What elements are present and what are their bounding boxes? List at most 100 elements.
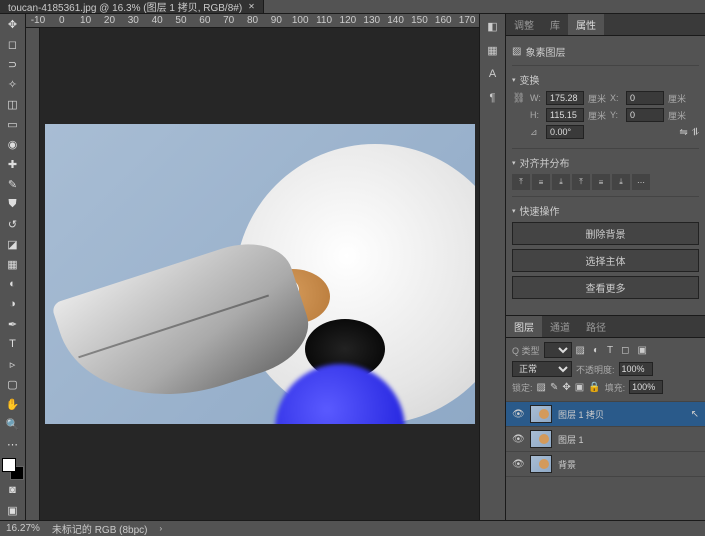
document-tab-bar: toucan-4185361.jpg @ 16.3% (图层 1 拷贝, RGB… bbox=[0, 0, 705, 14]
workspace: ✥ ◻ ⊃ ✧ ◫ ▭ ◉ ✚ ✎ ⛊ ↺ ◪ ▦ ◐ ◑ ✒ T ▹ ▢ ✋ … bbox=[0, 14, 705, 520]
eyedropper-tool[interactable]: ◉ bbox=[0, 134, 25, 154]
lock-position-icon[interactable]: ✥ bbox=[562, 382, 570, 393]
flip-horizontal-icon[interactable]: ⇋ bbox=[679, 127, 687, 138]
tab-properties[interactable]: 属性 bbox=[568, 14, 604, 35]
lock-transparency-icon[interactable]: ▨ bbox=[537, 382, 546, 393]
layer-name: 图层 1 bbox=[558, 433, 584, 446]
doc-info[interactable]: 未标记的 RGB (8bpc) bbox=[52, 521, 148, 536]
width-field[interactable] bbox=[546, 91, 584, 105]
color-swatches[interactable] bbox=[2, 458, 24, 480]
layer-name: 图层 1 拷贝 bbox=[558, 408, 604, 421]
lock-artboard-icon[interactable]: ▣ bbox=[575, 382, 584, 393]
pixel-layer-icon: ▨ bbox=[512, 46, 521, 57]
move-tool[interactable]: ✥ bbox=[0, 14, 25, 34]
properties-header: 象素图层 bbox=[525, 44, 565, 59]
layer-row[interactable]: 👁 图层 1 拷贝 ↖ bbox=[506, 402, 705, 427]
layer-kind-filter[interactable] bbox=[544, 342, 572, 358]
select-subject-button[interactable]: 选择主体 bbox=[512, 249, 699, 272]
magic-wand-tool[interactable]: ✧ bbox=[0, 74, 25, 94]
shape-tool[interactable]: ▢ bbox=[0, 374, 25, 394]
ruler-vertical[interactable] bbox=[26, 28, 40, 520]
layer-thumbnail[interactable] bbox=[530, 430, 552, 448]
swatches-panel-icon[interactable]: ▦ bbox=[480, 38, 505, 62]
tab-library[interactable]: 库 bbox=[542, 14, 568, 35]
lock-all-icon[interactable]: 🔒 bbox=[588, 382, 600, 393]
view-more-button[interactable]: 查看更多 bbox=[512, 276, 699, 299]
y-field[interactable] bbox=[626, 108, 664, 122]
layer-thumbnail[interactable] bbox=[530, 405, 552, 423]
align-bottom[interactable]: ⤓ bbox=[612, 174, 630, 190]
brush-tool[interactable]: ✎ bbox=[0, 174, 25, 194]
status-arrow-icon[interactable]: › bbox=[160, 524, 163, 533]
close-icon[interactable]: ✕ bbox=[248, 2, 255, 11]
zoom-display[interactable]: 16.27% bbox=[6, 523, 40, 534]
eraser-tool[interactable]: ◪ bbox=[0, 234, 25, 254]
tab-layers[interactable]: 图层 bbox=[506, 316, 542, 337]
filter-type-icon[interactable]: T bbox=[607, 345, 613, 356]
align-title: 对齐并分布 bbox=[520, 155, 570, 170]
visibility-icon[interactable]: 👁 bbox=[512, 409, 524, 420]
x-field[interactable] bbox=[626, 91, 664, 105]
lock-pixels-icon[interactable]: ✎ bbox=[550, 382, 558, 393]
layer-row[interactable]: 👁 背景 bbox=[506, 452, 705, 477]
align-more[interactable]: ⋯ bbox=[632, 174, 650, 190]
tab-adjust[interactable]: 调整 bbox=[506, 14, 542, 35]
filter-pixel-icon[interactable]: ▨ bbox=[576, 345, 585, 356]
document-tab[interactable]: toucan-4185361.jpg @ 16.3% (图层 1 拷贝, RGB… bbox=[0, 0, 264, 13]
quick-actions-title: 快速操作 bbox=[520, 203, 560, 218]
path-select-tool[interactable]: ▹ bbox=[0, 354, 25, 374]
align-left[interactable]: ⤒ bbox=[512, 174, 530, 190]
lasso-tool[interactable]: ⊃ bbox=[0, 54, 25, 74]
angle-field[interactable] bbox=[546, 125, 584, 139]
remove-background-button[interactable]: 删除背景 bbox=[512, 222, 699, 245]
zoom-tool[interactable]: 🔍 bbox=[0, 414, 25, 434]
dodge-tool[interactable]: ◑ bbox=[0, 294, 25, 314]
visibility-icon[interactable]: 👁 bbox=[512, 434, 524, 445]
stamp-tool[interactable]: ⛊ bbox=[0, 194, 25, 214]
filter-adjust-icon[interactable]: ◐ bbox=[593, 345, 599, 356]
properties-panel: ▨ 象素图层 ▾变换 ⛓ W: 厘米 X: 厘米 H: bbox=[506, 36, 705, 315]
layer-thumbnail[interactable] bbox=[530, 455, 552, 473]
pen-tool[interactable]: ✒ bbox=[0, 314, 25, 334]
tab-paths[interactable]: 路径 bbox=[578, 316, 614, 337]
align-vcenter[interactable]: ≡ bbox=[592, 174, 610, 190]
cursor-icon: ↖ bbox=[691, 409, 699, 420]
align-right[interactable]: ⤓ bbox=[552, 174, 570, 190]
history-brush-tool[interactable]: ↺ bbox=[0, 214, 25, 234]
opacity-field[interactable] bbox=[619, 362, 653, 376]
layer-row[interactable]: 👁 图层 1 bbox=[506, 427, 705, 452]
hand-tool[interactable]: ✋ bbox=[0, 394, 25, 414]
filter-smart-icon[interactable]: ▣ bbox=[637, 345, 646, 356]
filter-shape-icon[interactable]: ◻ bbox=[621, 345, 629, 356]
foreground-color-swatch[interactable] bbox=[2, 458, 16, 472]
frame-tool[interactable]: ▭ bbox=[0, 114, 25, 134]
character-panel-icon[interactable]: A bbox=[480, 62, 505, 86]
flip-vertical-icon[interactable]: ⥮ bbox=[692, 127, 699, 138]
status-bar: 16.27% 未标记的 RGB (8bpc) › bbox=[0, 520, 705, 536]
paragraph-panel-icon[interactable]: ¶ bbox=[480, 86, 505, 110]
visibility-icon[interactable]: 👁 bbox=[512, 459, 524, 470]
color-panel-icon[interactable]: ◧ bbox=[480, 14, 505, 38]
layers-panel: 图层 通道 路径 Q 类型 ▨ ◐ T ◻ ▣ 正常 bbox=[506, 315, 705, 520]
link-wh-icon[interactable]: ⛓ bbox=[512, 93, 526, 104]
fill-field[interactable] bbox=[629, 380, 663, 394]
marquee-tool[interactable]: ◻ bbox=[0, 34, 25, 54]
type-tool[interactable]: T bbox=[0, 334, 25, 354]
quick-mask-toggle[interactable]: ◙ bbox=[0, 480, 25, 500]
crop-tool[interactable]: ◫ bbox=[0, 94, 25, 114]
tab-channels[interactable]: 通道 bbox=[542, 316, 578, 337]
canvas-viewport[interactable] bbox=[40, 28, 479, 520]
edit-toolbar[interactable]: ⋯ bbox=[0, 434, 25, 454]
gradient-tool[interactable]: ▦ bbox=[0, 254, 25, 274]
tools-panel: ✥ ◻ ⊃ ✧ ◫ ▭ ◉ ✚ ✎ ⛊ ↺ ◪ ▦ ◐ ◑ ✒ T ▹ ▢ ✋ … bbox=[0, 14, 26, 520]
screen-mode[interactable]: ▣ bbox=[0, 500, 25, 520]
healing-tool[interactable]: ✚ bbox=[0, 154, 25, 174]
align-hcenter[interactable]: ≡ bbox=[532, 174, 550, 190]
properties-tabs: 调整 库 属性 bbox=[506, 14, 705, 36]
ruler-horizontal[interactable]: -100102030405060708090100110120130140150… bbox=[26, 14, 479, 28]
blur-tool[interactable]: ◐ bbox=[0, 274, 25, 294]
blend-mode-select[interactable]: 正常 bbox=[512, 361, 572, 377]
align-top[interactable]: ⤒ bbox=[572, 174, 590, 190]
height-field[interactable] bbox=[546, 108, 584, 122]
document-image bbox=[45, 124, 475, 424]
